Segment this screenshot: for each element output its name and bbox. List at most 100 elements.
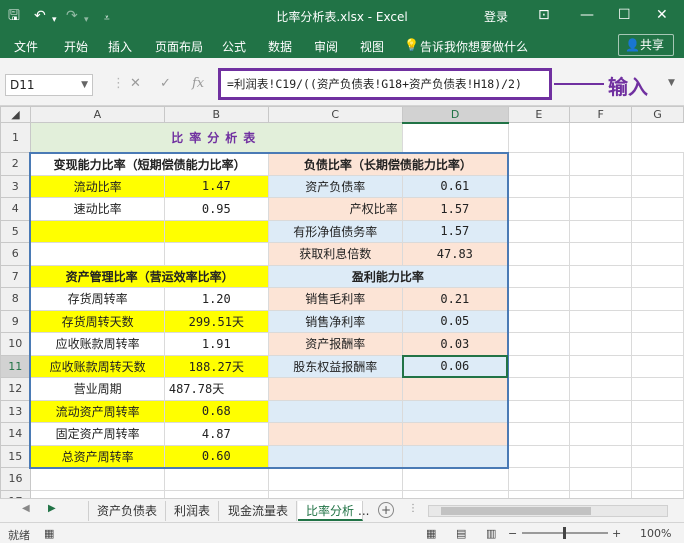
right-value[interactable]: 0.21 <box>401 287 509 311</box>
cell[interactable] <box>631 264 684 288</box>
cell[interactable] <box>631 422 684 446</box>
right-label[interactable]: 销售净利率 <box>267 309 403 333</box>
cell[interactable] <box>569 354 633 378</box>
cell[interactable] <box>569 122 633 153</box>
tab-insert[interactable]: 插入 <box>108 38 132 55</box>
row-header[interactable]: 7 <box>0 264 31 288</box>
column-header[interactable]: F <box>569 106 633 123</box>
right-value[interactable]: 1.57 <box>401 197 509 221</box>
tab-formulas[interactable]: 公式 <box>222 38 246 55</box>
tab-splitter-icon[interactable]: ⋮ <box>408 503 418 514</box>
column-header[interactable]: A <box>29 106 165 123</box>
left-value[interactable] <box>163 219 269 243</box>
row-header[interactable]: 17 <box>0 489 31 498</box>
cell[interactable] <box>569 219 633 243</box>
cell[interactable] <box>631 242 684 266</box>
cell[interactable] <box>267 489 403 498</box>
zoom-in-icon[interactable]: + <box>612 527 621 540</box>
profit-header[interactable]: 盈利能力比率 <box>267 264 509 288</box>
cell[interactable] <box>401 467 509 491</box>
left-value[interactable]: 0.60 <box>163 444 269 469</box>
cell[interactable] <box>569 399 633 423</box>
right-label[interactable]: 获取利息倍数 <box>267 242 403 266</box>
cell[interactable] <box>569 242 633 266</box>
cell[interactable] <box>507 219 571 243</box>
cell[interactable] <box>507 354 571 378</box>
left-value[interactable]: 487.78天 <box>163 377 269 401</box>
right-value[interactable]: 0.03 <box>401 332 509 356</box>
tab-data[interactable]: 数据 <box>268 38 292 55</box>
expand-formula-icon[interactable]: ▼ <box>668 78 675 88</box>
active-cell[interactable]: 0.06 <box>401 354 509 378</box>
cell[interactable] <box>401 377 509 401</box>
ribbon-display-icon[interactable]: ⊡ <box>538 6 550 24</box>
cell[interactable] <box>507 264 571 288</box>
cell[interactable] <box>267 467 403 491</box>
column-header[interactable]: D <box>401 106 509 124</box>
right-label[interactable]: 股东权益报酬率 <box>267 354 403 378</box>
cell[interactable] <box>29 467 165 491</box>
horizontal-scrollbar[interactable] <box>428 505 668 517</box>
cell[interactable] <box>507 287 571 311</box>
cell[interactable] <box>507 467 571 491</box>
minimize-icon[interactable]: — <box>580 6 594 24</box>
sheet-tab-income[interactable]: 利润表 <box>166 501 220 521</box>
left-label[interactable]: 流动资产周转率 <box>29 399 165 423</box>
row-header[interactable]: 9 <box>0 309 31 333</box>
cell[interactable] <box>631 197 684 221</box>
liquidity-header[interactable]: 变现能力比率（短期偿债能力比率） <box>29 151 269 176</box>
macro-record-icon[interactable]: ▦ <box>44 527 54 540</box>
left-value[interactable] <box>163 242 269 266</box>
left-label[interactable] <box>29 219 165 243</box>
right-value[interactable]: 0.05 <box>401 309 509 333</box>
cell[interactable] <box>401 399 509 423</box>
more-tabs-icon[interactable]: ... <box>350 501 377 521</box>
cell[interactable] <box>507 309 571 333</box>
normal-view-icon[interactable]: ▦ <box>426 527 436 540</box>
asset-mgmt-header[interactable]: 资产管理比率（营运效率比率） <box>29 264 269 288</box>
left-label[interactable]: 应收账款周转天数 <box>29 354 165 378</box>
cell[interactable] <box>401 422 509 446</box>
zoom-slider-handle[interactable] <box>563 527 566 539</box>
left-label[interactable]: 流动比率 <box>29 174 165 198</box>
enter-icon[interactable]: ✓ <box>160 76 171 91</box>
prev-sheet-icon[interactable]: ◀ <box>22 503 30 514</box>
cell[interactable] <box>507 489 571 498</box>
next-sheet-icon[interactable]: ▶ <box>48 503 56 514</box>
left-label[interactable]: 存货周转天数 <box>29 309 165 333</box>
right-label[interactable]: 销售毛利率 <box>267 287 403 311</box>
scrollbar-thumb[interactable] <box>441 507 591 515</box>
left-label[interactable]: 应收账款周转率 <box>29 332 165 356</box>
cell[interactable] <box>569 489 633 498</box>
cell[interactable] <box>631 219 684 243</box>
tab-home[interactable]: 开始 <box>64 38 88 55</box>
left-value[interactable]: 1.91 <box>163 332 269 356</box>
cell[interactable] <box>569 467 633 491</box>
tab-page-layout[interactable]: 页面布局 <box>155 38 203 55</box>
left-label[interactable] <box>29 242 165 266</box>
cell[interactable] <box>569 444 633 468</box>
page-layout-view-icon[interactable]: ▤ <box>456 527 466 540</box>
cell[interactable] <box>569 332 633 356</box>
left-value[interactable]: 0.68 <box>163 399 269 423</box>
close-icon[interactable]: ✕ <box>656 6 668 24</box>
left-value[interactable]: 0.95 <box>163 197 269 221</box>
row-header[interactable]: 16 <box>0 467 31 491</box>
row-header[interactable]: 6 <box>0 242 31 266</box>
cell[interactable] <box>569 174 633 198</box>
cell[interactable] <box>631 287 684 311</box>
left-value[interactable]: 1.20 <box>163 287 269 311</box>
tab-view[interactable]: 视图 <box>360 38 384 55</box>
login-link[interactable]: 登录 <box>484 8 508 25</box>
left-label[interactable]: 总资产周转率 <box>29 444 165 469</box>
left-value[interactable]: 299.51天 <box>163 309 269 333</box>
cell[interactable] <box>507 174 571 198</box>
cell[interactable] <box>267 377 403 401</box>
row-header[interactable]: 12 <box>0 377 31 401</box>
left-value[interactable]: 1.47 <box>163 174 269 198</box>
row-header[interactable]: 3 <box>0 174 31 198</box>
cell[interactable] <box>29 489 165 498</box>
cell[interactable] <box>631 377 684 401</box>
row-header[interactable]: 2 <box>0 152 31 176</box>
cell[interactable] <box>569 287 633 311</box>
